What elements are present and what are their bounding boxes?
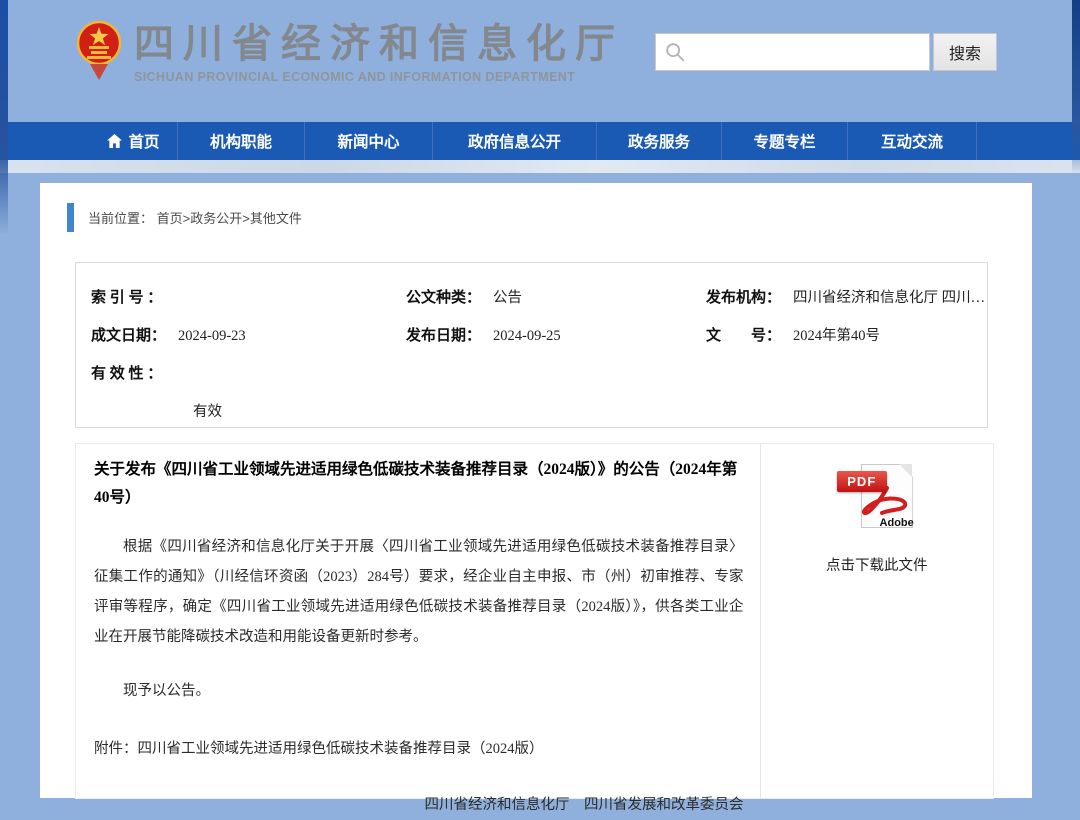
nav-item-interaction[interactable]: 互动交流 [848,122,977,160]
nav-item-gov-info[interactable]: 政府信息公开 [433,122,597,160]
meta-publish-date-label: 发布日期： [406,328,481,344]
meta-publish-date-value: 2024-09-25 [493,328,561,344]
article-title: 关于发布《四川省工业领域先进适用绿色低碳技术装备推荐目录（2024版）》的公告（… [94,456,744,512]
site-subtitle: SICHUAN PROVINCIAL ECONOMIC AND INFORMAT… [134,70,624,84]
article-body: 关于发布《四川省工业领域先进适用绿色低碳技术装备推荐目录（2024版）》的公告（… [76,444,760,798]
document-meta-box: 索 引 号 ： 公文种类： 公告 发布机构： 四川省经济和信息化厅 四川… 成文… [75,262,988,428]
meta-doc-type: 公文种类： 公告 [406,286,706,307]
meta-doc-type-label: 公文种类： [406,290,481,306]
nav-item-label: 首页 [128,130,159,152]
download-link[interactable]: 点击下载此文件 [826,554,928,575]
nav-item-label: 机构职能 [210,130,272,152]
article-paragraph: 现予以公告。 [94,676,744,706]
pdf-badge: PDF [837,471,887,492]
search-bar: 搜索 [655,33,997,71]
nav-item-label: 政务服务 [628,130,690,152]
meta-publish-date: 发布日期： 2024-09-25 [406,324,706,345]
pdf-file-icon[interactable]: PDF Adobe [837,462,917,532]
search-button[interactable]: 搜索 [933,33,997,71]
meta-validity-status: 有效 [91,400,987,421]
search-input[interactable] [655,33,930,71]
meta-written-date-value: 2024-09-23 [178,328,246,344]
site-title: 四川省经济和信息化厅 [134,24,624,64]
site-header: 四川省经济和信息化厅 SICHUAN PROVINCIAL ECONOMIC A… [0,0,1080,122]
meta-doc-number-label: 文 号： [706,328,781,344]
breadcrumb: 当前位置： 首页>政务公开>其他文件 [67,203,302,232]
meta-index-label: 索 引 号 ： [91,290,162,306]
meta-doc-type-value: 公告 [493,290,522,306]
content-panel: 当前位置： 首页>政务公开>其他文件 索 引 号 ： 公文种类： 公告 发布机构… [40,183,1032,798]
meta-agency-label: 发布机构： [706,290,781,306]
meta-doc-number: 文 号： 2024年第40号 [706,324,987,345]
meta-agency: 发布机构： 四川省经济和信息化厅 四川… [706,286,987,307]
national-emblem-icon [76,18,122,82]
main-navigation: 首页 机构职能 新闻中心 政府信息公开 政务服务 专题专栏 互动交流 [0,122,1080,160]
meta-validity: 有 效 性 ： [91,362,987,383]
meta-written-date: 成文日期： 2024-09-23 [91,324,406,345]
article-attachment-line[interactable]: 附件：四川省工业领域先进适用绿色低碳技术装备推荐目录（2024版） [94,734,744,764]
nav-item-news[interactable]: 新闻中心 [305,122,433,160]
nav-item-home[interactable]: 首页 [90,122,178,160]
meta-validity-label: 有 效 性 ： [91,366,162,382]
nav-item-label: 专题专栏 [753,130,815,152]
nav-item-label: 互动交流 [881,130,943,152]
download-sidebar: PDF Adobe 点击下载此文件 [760,444,993,798]
nav-item-label: 新闻中心 [337,130,399,152]
meta-doc-number-value: 2024年第40号 [793,328,880,344]
article-signature: 四川省经济和信息化厅 四川省发展和改革委员会 [94,790,744,820]
nav-item-services[interactable]: 政务服务 [597,122,722,160]
site-logo-link[interactable]: 四川省经济和信息化厅 SICHUAN PROVINCIAL ECONOMIC A… [76,18,624,84]
nav-item-label: 政府信息公开 [468,130,561,152]
meta-written-date-label: 成文日期： [91,328,166,344]
breadcrumb-accent-bar [67,203,74,232]
cloud-divider-decoration [0,160,1080,173]
article-paragraph: 根据《四川省经济和信息化厅关于开展〈四川省工业领域先进适用绿色低碳技术装备推荐目… [94,532,744,652]
pdf-fold-corner [899,464,912,477]
meta-index-no: 索 引 号 ： [91,286,406,307]
nav-item-functions[interactable]: 机构职能 [178,122,305,160]
adobe-label: Adobe [880,517,914,529]
meta-agency-value: 四川省经济和信息化厅 四川… [793,290,985,306]
home-icon [107,134,122,148]
breadcrumb-label: 当前位置： [88,211,153,226]
article-section: 关于发布《四川省工业领域先进适用绿色低碳技术装备推荐目录（2024版）》的公告（… [75,443,994,799]
nav-item-special-topics[interactable]: 专题专栏 [722,122,848,160]
right-edge-decoration [1072,0,1080,175]
left-edge-decoration [0,0,8,235]
breadcrumb-path[interactable]: 首页>政务公开>其他文件 [157,211,302,226]
